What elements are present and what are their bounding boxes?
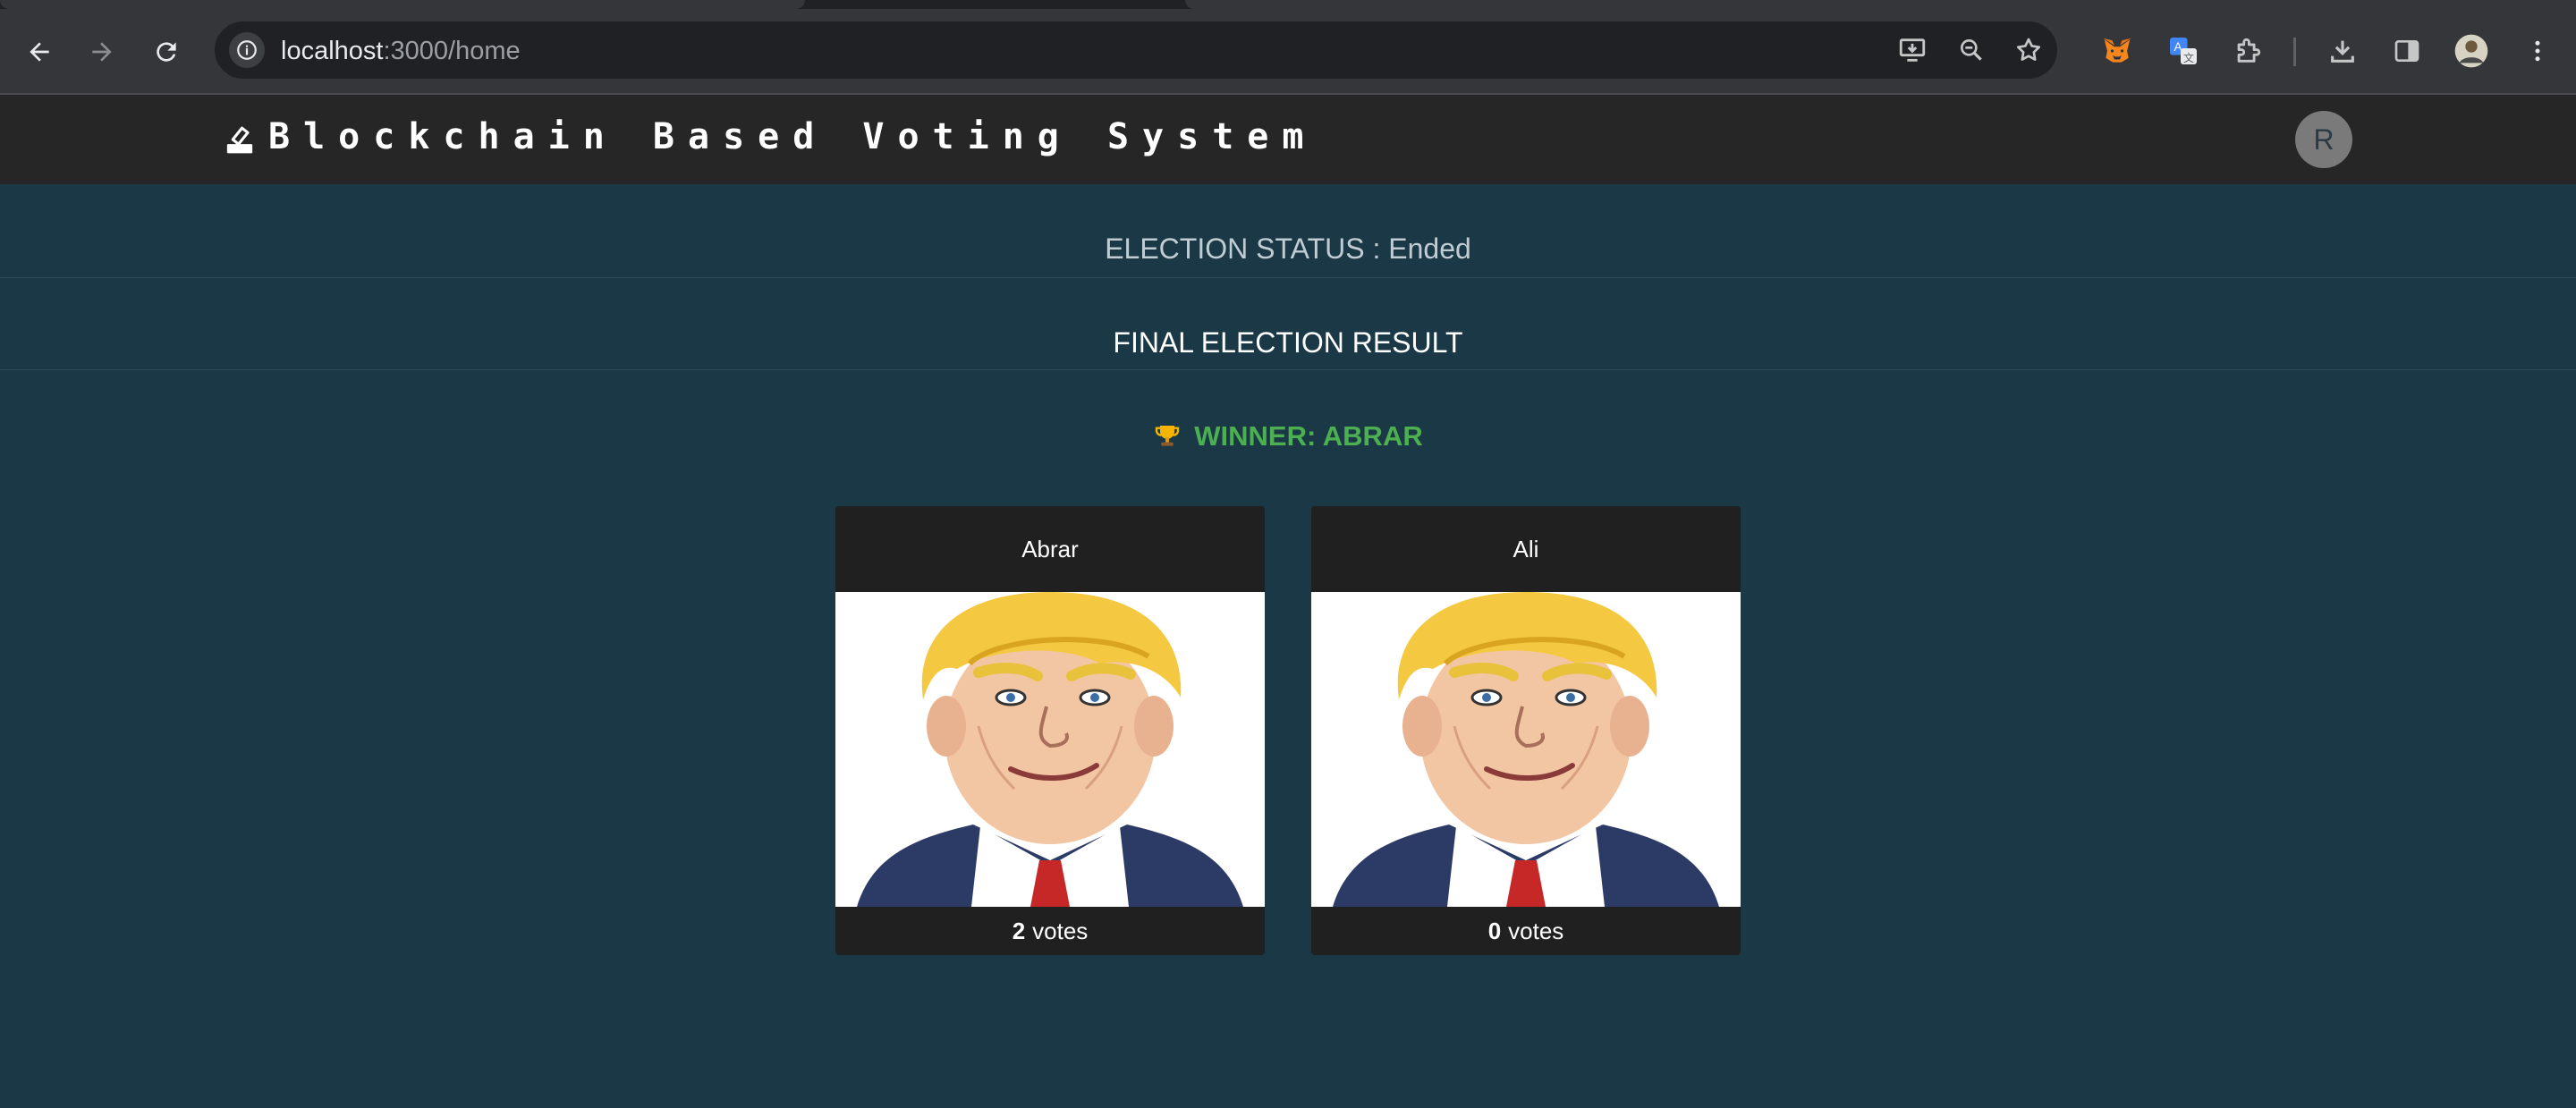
url-path: :3000/home — [383, 37, 521, 65]
app-title[interactable]: Blockchain Based Voting System — [268, 116, 1317, 157]
bookmark-star-icon[interactable] — [2011, 32, 2046, 68]
browser-menu-icon[interactable] — [2517, 30, 2558, 72]
divider — [0, 369, 2576, 370]
candidate-card[interactable]: Abrar 2 votes — [835, 506, 1265, 955]
translate-extension-icon[interactable]: A文 — [2163, 30, 2204, 72]
election-status: ELECTION STATUS : Ended — [1105, 233, 1471, 265]
candidate-card[interactable]: Ali 0 votes — [1311, 506, 1741, 955]
winner-text: WINNER: ABRAR — [1194, 420, 1423, 452]
votes-label: votes — [1508, 917, 1564, 944]
browser-toolbar: localhost:3000/home A文 — [0, 9, 2576, 95]
downloads-icon[interactable] — [2322, 30, 2363, 72]
app-header: Blockchain Based Voting System R — [0, 95, 2576, 184]
url-host: localhost — [281, 37, 384, 65]
winner-banner: WINNER: ABRAR — [0, 420, 2576, 453]
ballot-box-icon — [226, 126, 253, 154]
profile-avatar-icon[interactable] — [2451, 30, 2492, 72]
candidate-name: Abrar — [1021, 535, 1079, 562]
back-arrow-icon — [30, 42, 49, 62]
url-text[interactable]: localhost:3000/home — [281, 37, 521, 66]
votes-label: votes — [1032, 917, 1089, 944]
vote-count: 0 — [1487, 917, 1502, 944]
candidate-votes: 2 votes — [835, 907, 1265, 955]
side-panel-icon[interactable] — [2386, 30, 2428, 72]
candidate-photo — [835, 592, 1265, 907]
extensions-puzzle-icon[interactable] — [2227, 30, 2268, 72]
candidate-name: Ali — [1513, 535, 1539, 562]
install-app-icon[interactable] — [1894, 32, 1930, 68]
address-bar[interactable]: localhost:3000/home — [215, 21, 2057, 79]
browser-tabstrip — [0, 0, 2576, 9]
user-avatar[interactable]: R — [2295, 111, 2352, 168]
forward-button[interactable] — [84, 34, 120, 70]
vote-count: 2 — [1012, 917, 1026, 944]
browser-tab[interactable] — [0, 0, 805, 9]
reload-icon — [157, 42, 176, 62]
svg-text:文: 文 — [2183, 51, 2194, 64]
site-info-icon[interactable] — [229, 32, 265, 68]
candidate-photo — [1311, 592, 1741, 907]
trophy-icon — [1156, 426, 1180, 446]
back-button[interactable] — [21, 34, 57, 70]
toolbar-separator — [2293, 38, 2296, 66]
final-result-heading: FINAL ELECTION RESULT — [1113, 326, 1463, 359]
metamask-extension-icon[interactable] — [2097, 30, 2138, 72]
zoom-icon[interactable] — [1953, 32, 1989, 68]
candidate-votes: 0 votes — [1311, 907, 1741, 955]
divider — [0, 277, 2576, 278]
browser-tab[interactable] — [1185, 0, 2576, 9]
reload-button[interactable] — [148, 34, 184, 70]
forward-arrow-icon — [92, 42, 112, 62]
